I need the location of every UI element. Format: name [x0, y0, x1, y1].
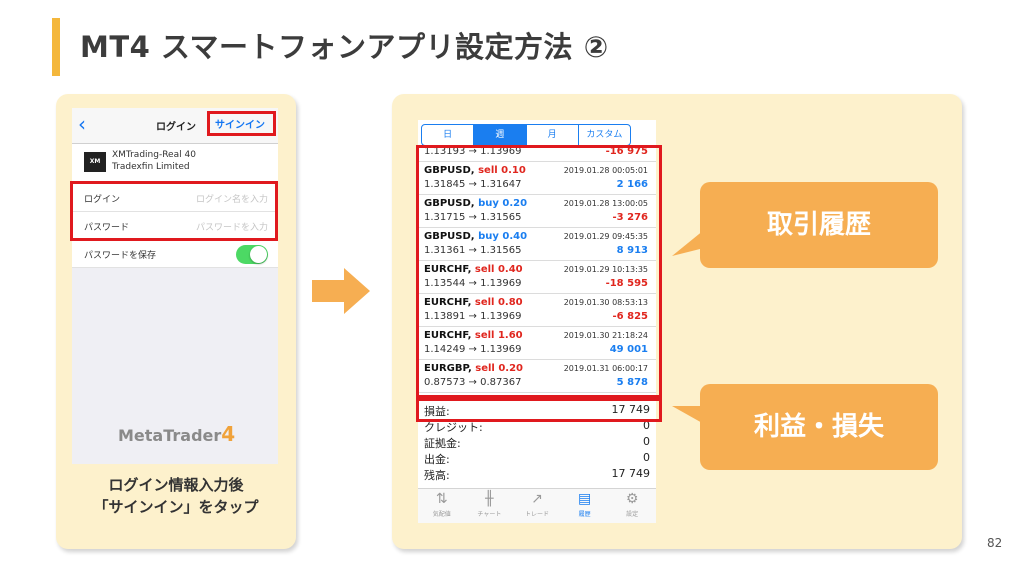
bottom-tab-bar: ⇅ 気配値 ╫ チャート ↗ トレード ▤ 履歴 ⚙ 設定	[418, 488, 656, 523]
history-callout-text: 取引履歴	[766, 210, 871, 240]
summary-label: 出金:	[424, 453, 450, 466]
tab-month[interactable]: 月	[527, 125, 579, 145]
trade-history-highlight	[416, 145, 662, 398]
metatrader-logo-number: 4	[221, 422, 236, 446]
profit-loss-callout-text: 利益・損失	[753, 412, 884, 442]
save-password-label: パスワードを保存	[84, 251, 157, 261]
tab-custom[interactable]: カスタム	[579, 125, 630, 145]
login-nav-title: ログイン	[156, 122, 196, 133]
summary-value: 0	[643, 435, 650, 448]
right-arrow-icon	[312, 268, 370, 314]
metatrader-logo-text: MetaTrader	[118, 426, 222, 445]
summary-withdrawal-row: 出金: 0	[418, 450, 656, 466]
period-segmented-control: 日 週 月 カスタム	[421, 124, 631, 146]
tab-quotes[interactable]: ⇅ 気配値	[418, 489, 466, 523]
profit-loss-highlight	[416, 398, 662, 422]
tab-label: 気配値	[432, 511, 451, 518]
profit-loss-callout-tail	[672, 406, 704, 424]
metatrader-logo: MetaTrader4	[118, 422, 235, 446]
page-number: 82	[987, 536, 1003, 550]
caption-line-1: ログイン情報入力後	[108, 476, 244, 494]
inbox-icon: ▤	[577, 491, 592, 507]
history-callout: 取引履歴	[700, 182, 938, 268]
trend-icon: ↗	[531, 491, 543, 507]
tab-settings[interactable]: ⚙ 設定	[608, 489, 656, 523]
summary-value: 17 749	[611, 467, 651, 480]
signin-highlight	[207, 111, 276, 136]
arrows-icon: ⇅	[435, 491, 448, 507]
server-name: XMTrading-Real 40	[112, 150, 196, 160]
credentials-highlight	[70, 181, 278, 241]
tab-trade[interactable]: ↗ トレード	[513, 489, 561, 523]
login-screen: ‹ ログイン サインイン XM XMTrading-Real 40 Tradex…	[72, 108, 278, 464]
server-company: Tradexfin Limited	[112, 162, 190, 172]
toggle-knob	[250, 246, 267, 263]
candlestick-icon: ╫	[485, 491, 494, 507]
tab-label: トレード	[524, 511, 549, 518]
summary-label: 残高:	[424, 469, 450, 482]
chevron-left-icon[interactable]: ‹	[78, 112, 86, 136]
slide-title: MT4 スマートフォンアプリ設定方法 ②	[80, 30, 609, 64]
tab-week[interactable]: 週	[474, 125, 527, 145]
tab-label: 履歴	[578, 511, 591, 518]
tab-label: チャート	[477, 511, 502, 518]
tab-day[interactable]: 日	[422, 125, 475, 145]
history-callout-tail	[672, 230, 704, 256]
summary-value: 0	[643, 451, 650, 464]
summary-label: 証拠金:	[424, 437, 461, 450]
tab-chart[interactable]: ╫ チャート	[466, 489, 514, 523]
gear-icon: ⚙	[625, 491, 639, 507]
tab-label: 設定	[626, 511, 639, 518]
caption-line-2: 「サインイン」をタップ	[93, 498, 259, 516]
title-accent-bar	[52, 18, 60, 76]
profit-loss-callout: 利益・損失	[700, 384, 938, 470]
summary-balance-row: 残高: 17 749	[418, 466, 656, 482]
tab-history[interactable]: ▤ 履歴	[561, 489, 609, 523]
xm-logo-icon: XM	[84, 152, 106, 172]
summary-margin-row: 証拠金: 0	[418, 434, 656, 450]
